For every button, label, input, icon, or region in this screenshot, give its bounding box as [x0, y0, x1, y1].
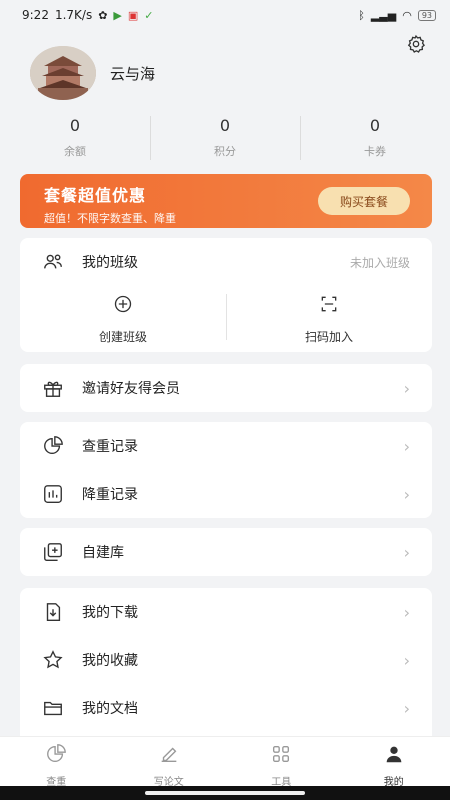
custom-lib-row[interactable]: 自建库 › [20, 528, 432, 576]
chevron-right-icon: › [403, 650, 410, 670]
tab-tools[interactable]: 工具 [225, 737, 338, 788]
divider [226, 294, 227, 340]
chevron-right-icon: › [403, 542, 410, 562]
documents-row[interactable]: 我的文档 › [20, 684, 432, 732]
custom-lib-card: 自建库 › [20, 528, 432, 576]
username[interactable]: 云与海 [110, 63, 155, 84]
chevron-right-icon: › [403, 378, 410, 398]
network-speed: 1.7K/s [54, 8, 93, 22]
pen-icon [158, 743, 180, 769]
invite-label: 邀请好友得会员 [82, 381, 180, 397]
user-icon [383, 743, 405, 769]
tab-check[interactable]: 查重 [0, 737, 113, 788]
status-left: 9:22 1.7K/s ✿ ▶ ▣ ✓ [22, 8, 154, 22]
stat-value: 0 [69, 116, 81, 135]
star-icon [42, 649, 64, 671]
class-status: 未加入班级 [349, 255, 410, 270]
downloads-label: 我的下载 [82, 605, 138, 621]
bar-chart-icon [42, 483, 64, 505]
custom-lib-label: 自建库 [82, 545, 124, 561]
wifi-icon: ◠ [402, 8, 412, 22]
tab-write-paper[interactable]: 写论文 [113, 737, 226, 788]
folder-icon [42, 697, 64, 719]
download-icon [42, 601, 64, 623]
my-class-row[interactable]: 我的班级 未加入班级 [20, 238, 432, 286]
avatar[interactable] [30, 46, 96, 100]
profile-header[interactable]: 云与海 [30, 46, 155, 100]
status-right: ᛒ ▂▃▅ ◠ 93 [358, 9, 436, 22]
signal-icon: ▂▃▅ [370, 8, 397, 22]
reduce-record-label: 降重记录 [82, 487, 138, 503]
tab-mine[interactable]: 我的 [338, 737, 450, 788]
stat-coupons[interactable]: 0 卡券 [300, 112, 450, 162]
stat-value: 0 [369, 116, 381, 135]
buy-package-button[interactable]: 购买套餐 [318, 187, 410, 215]
my-class-card: 我的班级 未加入班级 创建班级 扫码加入 [20, 238, 432, 352]
plus-circle-icon [113, 294, 133, 318]
notification-icon: ✿ [98, 8, 108, 22]
status-time: 9:22 [22, 8, 49, 22]
promo-banner[interactable]: 套餐超值优惠 超值！不限字数查重、降重 购买套餐 [20, 174, 432, 228]
grid-icon [270, 743, 292, 769]
pie-chart-icon [42, 435, 64, 457]
settings-gear-icon[interactable] [406, 34, 426, 54]
app-icon: ▣ [127, 8, 139, 22]
my-files-card: 我的下载 › 我的收藏 › 我的文档 › [20, 588, 432, 736]
chevron-right-icon: › [403, 436, 410, 456]
create-class-button[interactable]: 创建班级 [20, 286, 226, 352]
downloads-row[interactable]: 我的下载 › [20, 588, 432, 636]
scan-join-label: 扫码加入 [304, 329, 353, 344]
my-class-label: 我的班级 [82, 255, 138, 271]
bottom-tabbar: 查重 写论文 工具 我的 [0, 736, 450, 788]
create-class-label: 创建班级 [98, 329, 147, 344]
invite-row[interactable]: 邀请好友得会员 › [20, 364, 432, 412]
home-indicator [0, 786, 450, 800]
play-icon: ▶ [113, 8, 122, 22]
stats-bar: 0 余额 0 积分 0 卡券 [0, 112, 450, 162]
stat-label: 卡券 [364, 145, 386, 158]
records-card: 查重记录 › 降重记录 › [20, 422, 432, 518]
stat-label: 余额 [64, 145, 86, 158]
stat-points[interactable]: 0 积分 [150, 112, 300, 162]
sync-icon: ✓ [144, 8, 154, 22]
scan-join-button[interactable]: 扫码加入 [226, 286, 432, 352]
bluetooth-icon: ᛒ [358, 8, 365, 22]
battery-icon: 93 [417, 9, 436, 21]
check-record-row[interactable]: 查重记录 › [20, 422, 432, 470]
favorites-row[interactable]: 我的收藏 › [20, 636, 432, 684]
chevron-right-icon: › [403, 698, 410, 718]
users-icon [42, 251, 64, 273]
status-bar: 9:22 1.7K/s ✿ ▶ ▣ ✓ ᛒ ▂▃▅ ◠ 93 [0, 0, 450, 30]
scan-icon [319, 294, 339, 318]
documents-label: 我的文档 [82, 701, 138, 717]
chevron-right-icon: › [403, 602, 410, 622]
gift-icon [42, 377, 64, 399]
reduce-record-row[interactable]: 降重记录 › [20, 470, 432, 518]
chevron-right-icon: › [403, 484, 410, 504]
invite-card: 邀请好友得会员 › [20, 364, 432, 412]
pie-chart-icon [45, 743, 67, 769]
favorites-label: 我的收藏 [82, 653, 138, 669]
check-record-label: 查重记录 [82, 439, 138, 455]
class-actions: 创建班级 扫码加入 [20, 286, 432, 352]
stat-value: 0 [219, 116, 231, 135]
library-add-icon [42, 541, 64, 563]
stat-label: 积分 [214, 145, 236, 158]
stat-balance[interactable]: 0 余额 [0, 112, 150, 162]
